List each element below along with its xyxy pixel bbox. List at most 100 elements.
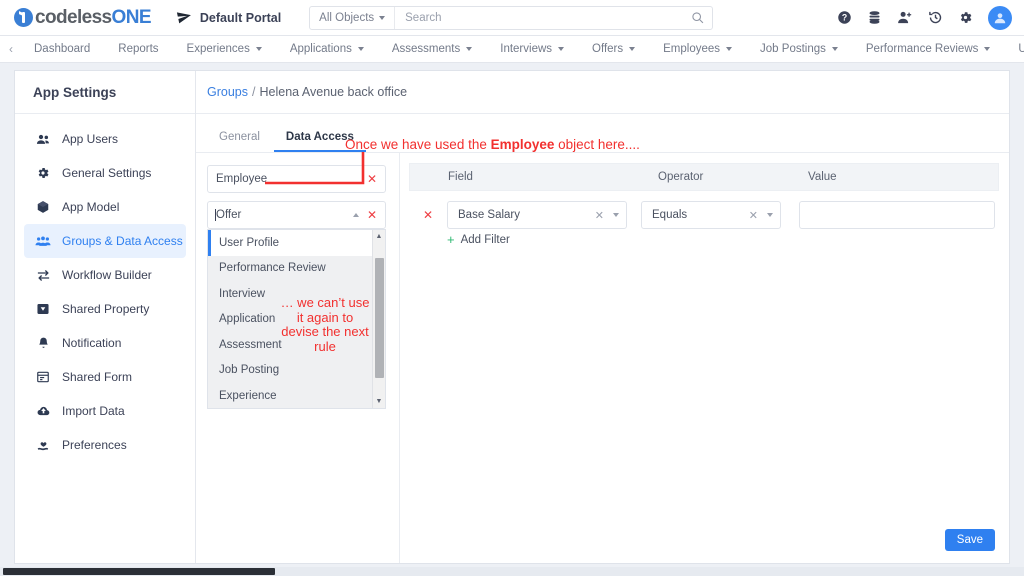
sidebar-item-groups-data-access[interactable]: Groups & Data Access xyxy=(24,224,186,258)
chevron-up-icon[interactable] xyxy=(352,213,359,217)
sidebar-item-general-settings[interactable]: General Settings xyxy=(24,156,186,190)
nav-item-interviews[interactable]: Interviews xyxy=(486,43,578,55)
help-icon[interactable]: ? xyxy=(837,10,852,25)
breadcrumb-groups-link[interactable]: Groups xyxy=(207,85,248,99)
sidebar-item-notification[interactable]: Notification xyxy=(24,326,186,360)
scroll-up-icon[interactable]: ▲ xyxy=(376,230,383,243)
history-icon[interactable] xyxy=(928,10,943,25)
chevron-down-icon xyxy=(767,213,773,217)
nav-label: Offers xyxy=(592,43,624,55)
filter-value-input[interactable] xyxy=(799,201,995,229)
sidebar-item-label: Shared Property xyxy=(62,302,150,316)
scrollbar-thumb[interactable] xyxy=(3,568,275,575)
filter-field-value: Base Salary xyxy=(458,209,521,221)
global-search: All Objects xyxy=(309,5,714,30)
search-input[interactable] xyxy=(395,11,683,24)
arrows-exchange-icon xyxy=(35,268,51,283)
object-dropdown-list[interactable]: User Profile Performance Review Intervie… xyxy=(207,229,386,409)
nav-item-performance-reviews[interactable]: Performance Reviews xyxy=(852,43,1004,55)
chevron-down-icon xyxy=(984,47,991,51)
nav-item-assessments[interactable]: Assessments xyxy=(378,43,486,55)
remove-filter-icon[interactable]: ✕ xyxy=(409,208,447,222)
object-filter-dropdown[interactable]: All Objects xyxy=(310,6,396,29)
gear-icon xyxy=(35,166,51,180)
bell-icon xyxy=(35,336,51,350)
filter-header-value: Value xyxy=(808,171,837,183)
sidebar-item-workflow-builder[interactable]: Workflow Builder xyxy=(24,258,186,292)
clear-icon[interactable]: ✕ xyxy=(595,209,604,222)
user-avatar[interactable] xyxy=(988,5,1012,30)
dropdown-option-user-profile[interactable]: User Profile xyxy=(208,230,372,256)
portal-selector[interactable]: Default Portal xyxy=(176,9,281,27)
tab-general[interactable]: General xyxy=(207,131,272,152)
close-icon[interactable]: ✕ xyxy=(367,209,377,221)
nav-item-employees[interactable]: Employees xyxy=(649,43,746,55)
settings-gear-icon[interactable] xyxy=(958,10,973,25)
add-user-icon[interactable] xyxy=(897,10,913,25)
nav-item-offers[interactable]: Offers xyxy=(578,43,649,55)
scrollbar-thumb[interactable] xyxy=(375,258,384,378)
sidebar-item-import-data[interactable]: Import Data xyxy=(24,394,186,428)
chevron-down-icon xyxy=(558,47,565,51)
dropdown-option-experience[interactable]: Experience xyxy=(208,383,372,408)
nav-scroll-left-icon[interactable]: ‹ xyxy=(0,42,20,56)
filter-field-select[interactable]: Base Salary ✕ xyxy=(447,201,627,229)
form-icon xyxy=(35,370,51,384)
add-filter-button[interactable]: + Add Filter xyxy=(409,233,999,246)
object-filter-label: All Objects xyxy=(319,11,375,24)
filter-row: ✕ Base Salary ✕ Equals ✕ xyxy=(409,191,999,239)
tab-data-access[interactable]: Data Access xyxy=(273,131,366,152)
top-bar: codelessONE Default Portal All Objects ? xyxy=(0,0,1024,36)
sidebar-item-shared-property[interactable]: Shared Property xyxy=(24,292,186,326)
search-icon[interactable] xyxy=(682,11,712,24)
sidebar-item-preferences[interactable]: Preferences xyxy=(24,428,186,462)
sidebar-item-label: Import Data xyxy=(62,404,125,418)
group-users-icon xyxy=(35,234,51,249)
sidebar-item-label: Preferences xyxy=(62,438,127,452)
dropdown-option-interview[interactable]: Interview xyxy=(208,281,372,307)
dropdown-scrollbar[interactable]: ▲ ▼ xyxy=(372,230,385,408)
app-logo[interactable]: codelessONE xyxy=(14,6,152,29)
cloud-upload-icon xyxy=(35,404,51,418)
chevron-down-icon xyxy=(466,47,473,51)
sidebar-item-app-model[interactable]: App Model xyxy=(24,190,186,224)
breadcrumb-current: Helena Avenue back office xyxy=(259,85,408,99)
add-filter-label: Add Filter xyxy=(460,233,510,246)
nav-item-applications[interactable]: Applications xyxy=(276,43,378,55)
chevron-down-icon xyxy=(255,47,262,51)
object-selector-employee[interactable]: Employee ✕ xyxy=(207,165,386,193)
close-icon[interactable]: ✕ xyxy=(367,173,377,185)
save-button[interactable]: Save xyxy=(944,529,995,551)
users-icon xyxy=(35,132,51,147)
nav-item-experiences[interactable]: Experiences xyxy=(173,43,276,55)
filter-header-operator: Operator xyxy=(658,171,704,183)
sidebar-item-app-users[interactable]: App Users xyxy=(24,122,186,156)
chevron-down-icon xyxy=(379,15,386,20)
database-icon[interactable] xyxy=(867,10,882,25)
sidebar-item-label: Groups & Data Access xyxy=(62,234,183,248)
dropdown-option-job-posting[interactable]: Job Posting xyxy=(208,358,372,384)
sidebar-item-shared-form[interactable]: Shared Form xyxy=(24,360,186,394)
chevron-down-icon xyxy=(629,47,636,51)
dropdown-option-application[interactable]: Application xyxy=(208,307,372,333)
nav-item-job-postings[interactable]: Job Postings xyxy=(746,43,852,55)
sidebar-item-label: App Users xyxy=(62,132,119,146)
object-selector-pane: Employee ✕ Offer ✕ User Profile Performa… xyxy=(196,153,400,563)
plus-icon: + xyxy=(447,232,455,247)
horizontal-scrollbar[interactable] xyxy=(0,567,1024,576)
settings-content: Groups / Helena Avenue back office Gener… xyxy=(196,71,1009,563)
sidebar-item-label: Workflow Builder xyxy=(62,268,152,282)
nav-item-dashboard[interactable]: Dashboard xyxy=(20,43,104,55)
dropdown-option-performance-review[interactable]: Performance Review xyxy=(208,256,372,282)
sidebar-item-label: General Settings xyxy=(62,166,152,180)
scroll-down-icon[interactable]: ▼ xyxy=(376,395,383,408)
nav-item-reports[interactable]: Reports xyxy=(104,43,172,55)
nav-item-user-profile[interactable]: User Profile xyxy=(1004,43,1024,55)
filter-operator-select[interactable]: Equals ✕ xyxy=(641,201,781,229)
chevron-down-icon xyxy=(831,47,838,51)
logo-text-accent: ONE xyxy=(111,6,152,28)
sidebar-item-list: App Users General Settings App Model Gro… xyxy=(15,114,195,462)
object-selector-offer[interactable]: Offer ✕ xyxy=(207,201,386,229)
clear-icon[interactable]: ✕ xyxy=(749,209,758,222)
dropdown-option-assessment[interactable]: Assessment xyxy=(208,332,372,358)
